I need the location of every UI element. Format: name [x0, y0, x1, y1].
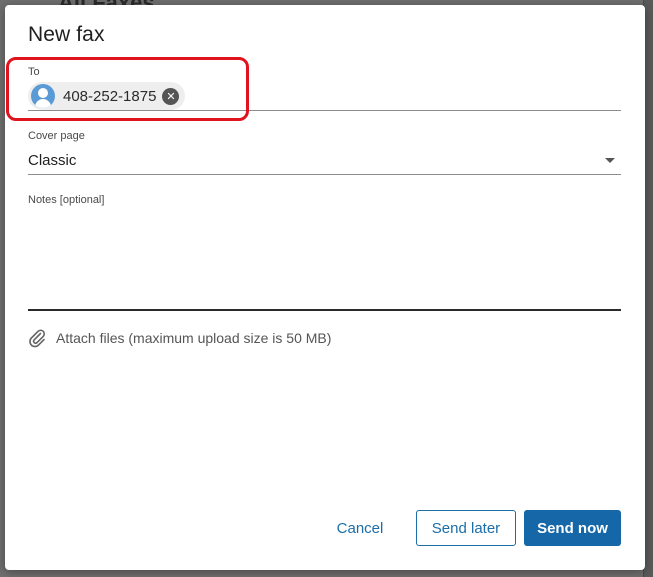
paperclip-icon [29, 329, 46, 348]
cover-page-label: Cover page [28, 130, 85, 142]
send-later-button[interactable]: Send later [416, 510, 516, 546]
highlight-annotation [6, 57, 249, 121]
chevron-down-icon[interactable] [605, 158, 615, 163]
send-now-button[interactable]: Send now [524, 510, 621, 546]
notes-label: Notes [optional] [28, 194, 105, 206]
dialog-title: New fax [28, 23, 105, 46]
cancel-button[interactable]: Cancel [325, 510, 395, 546]
attach-files-button[interactable]: Attach files (maximum upload size is 50 … [28, 328, 331, 348]
attach-files-label: Attach files (maximum upload size is 50 … [56, 330, 332, 346]
notes-textarea[interactable]: Notes [optional] [28, 193, 621, 311]
cover-page-value: Classic [28, 152, 77, 169]
cover-page-select[interactable]: Cover page Classic [28, 129, 621, 175]
